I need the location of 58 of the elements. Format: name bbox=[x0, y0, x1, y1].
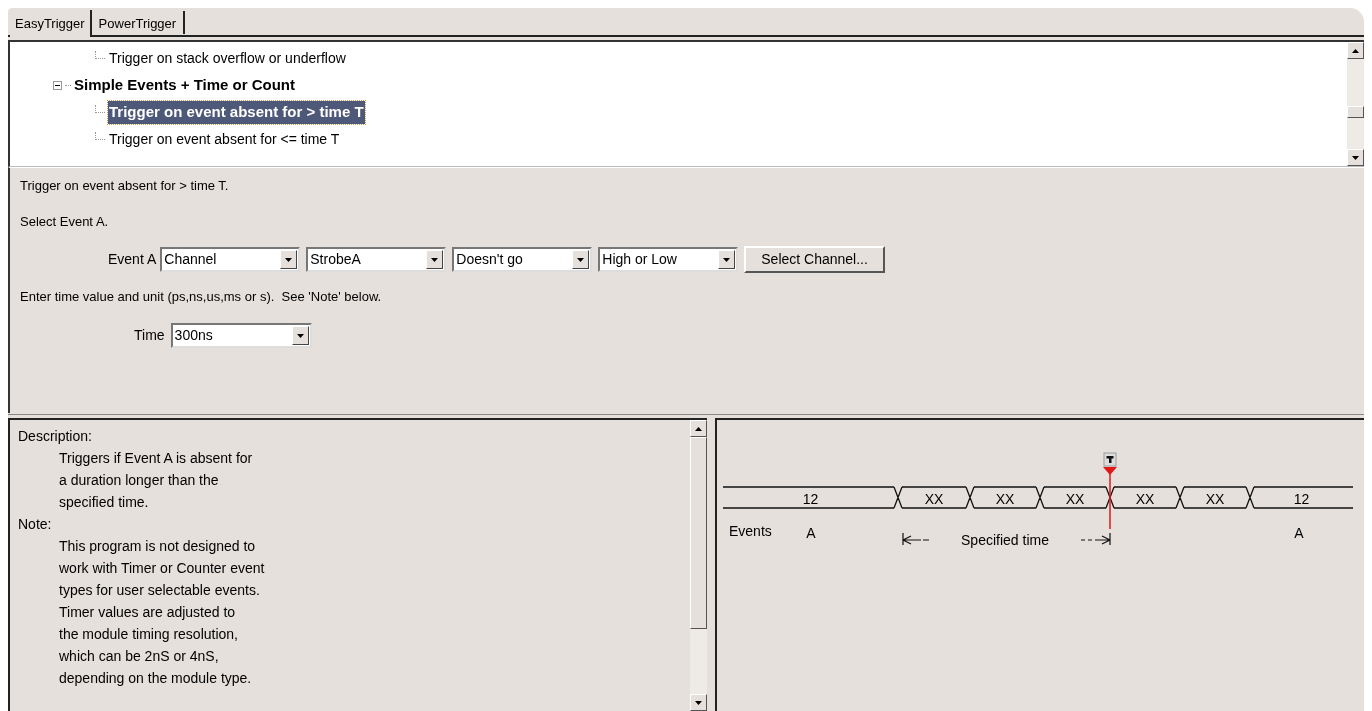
field-label: Time bbox=[134, 326, 165, 345]
up-triangle-icon bbox=[1352, 48, 1359, 53]
segment-label: 12 bbox=[802, 491, 819, 507]
description-heading: Description: bbox=[18, 427, 93, 446]
instruction-text: Trigger on event absent for > time T. bbox=[20, 177, 230, 195]
dropdown[interactable]: StrobeA bbox=[306, 247, 447, 272]
event-marker: A bbox=[1294, 525, 1304, 541]
segment-label: XX bbox=[1065, 491, 1085, 507]
down-triangle-icon bbox=[1352, 155, 1359, 160]
description-text: Triggers if Event A is absent for bbox=[58, 449, 254, 468]
segment-label: XX bbox=[995, 491, 1015, 507]
description-text: This program is not designed to bbox=[58, 537, 257, 556]
tree-item[interactable]: Trigger on stack overflow or underflow bbox=[108, 48, 347, 69]
description-text: work with Timer or Counter event bbox=[58, 559, 266, 578]
description-text: a duration longer than the bbox=[58, 471, 220, 490]
tab[interactable]: EasyTrigger bbox=[10, 10, 92, 37]
segment-label: 12 bbox=[1293, 491, 1310, 507]
select-channel-button[interactable]: Select Channel... bbox=[744, 246, 885, 273]
tab[interactable]: PowerTrigger bbox=[91, 11, 186, 34]
scroll-down-button[interactable] bbox=[1347, 149, 1364, 166]
scrollbar[interactable] bbox=[1347, 42, 1364, 166]
instruction-text: Select Event A. bbox=[20, 213, 110, 231]
dropdown[interactable]: 300ns bbox=[170, 323, 312, 348]
up-triangle-icon bbox=[695, 426, 702, 431]
event-marker: A bbox=[806, 525, 816, 541]
scroll-up-button[interactable] bbox=[690, 420, 707, 437]
down-triangle-icon bbox=[577, 257, 585, 262]
row-label: Events bbox=[729, 523, 772, 539]
dropdown[interactable]: Doesn't go bbox=[452, 247, 593, 272]
scroll-thumb[interactable] bbox=[1347, 105, 1364, 118]
scroll-up-button[interactable] bbox=[1347, 42, 1364, 59]
description-text: the module timing resolution, bbox=[58, 625, 239, 644]
description-text: specified time. bbox=[58, 493, 150, 512]
description-text: depending on the module type. bbox=[58, 669, 253, 688]
description-text: which can be 2nS or 4nS, bbox=[58, 647, 220, 666]
down-triangle-icon bbox=[296, 333, 304, 338]
scroll-down-button[interactable] bbox=[690, 694, 707, 711]
tree-item[interactable]: Trigger on event absent for <= time T bbox=[108, 129, 341, 150]
dropdown[interactable]: Channel bbox=[160, 247, 301, 272]
down-triangle-icon bbox=[723, 257, 731, 262]
span-label: Specified time bbox=[961, 532, 1049, 548]
tree-item[interactable]: Trigger on event absent for > time T bbox=[108, 101, 365, 124]
description-text: types for user selectable events. bbox=[58, 581, 261, 600]
segment-label: XX bbox=[924, 491, 944, 507]
collapse-icon[interactable] bbox=[53, 81, 62, 90]
instruction-text: Enter time value and unit (ps,ns,us,ms or s). See 'Note' below. bbox=[20, 288, 383, 306]
field-label: Event A bbox=[108, 250, 157, 269]
segment-label: XX bbox=[1205, 491, 1225, 507]
down-triangle-icon bbox=[431, 257, 439, 262]
segment-label: XX bbox=[1135, 491, 1155, 507]
dropdown[interactable]: High or Low bbox=[598, 247, 739, 272]
down-triangle-icon bbox=[695, 700, 702, 705]
down-triangle-icon bbox=[285, 257, 293, 262]
tree-item[interactable]: Simple Events + Time or Count bbox=[73, 74, 297, 97]
scrollbar[interactable] bbox=[690, 420, 707, 711]
description-heading: Note: bbox=[18, 515, 53, 534]
description-text: Timer values are adjusted to bbox=[58, 603, 237, 622]
scroll-thumb[interactable] bbox=[690, 437, 707, 629]
